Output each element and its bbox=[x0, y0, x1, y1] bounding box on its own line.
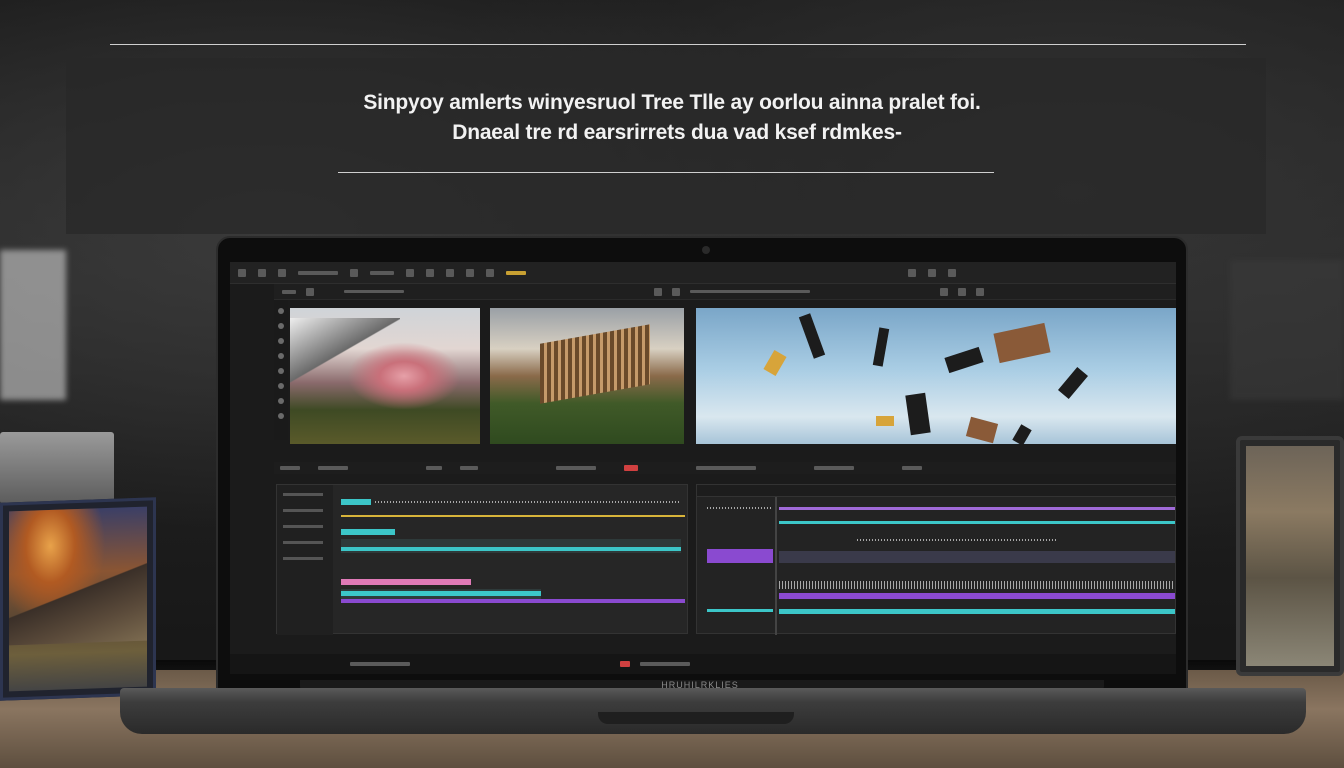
timeline-panel-left[interactable] bbox=[276, 484, 688, 635]
edit-icon[interactable] bbox=[258, 268, 266, 277]
title-clip[interactable] bbox=[341, 579, 471, 585]
zoom-icon[interactable] bbox=[908, 268, 916, 277]
audio-waveform bbox=[375, 501, 681, 503]
track-header[interactable] bbox=[283, 509, 323, 512]
record-icon[interactable] bbox=[624, 465, 638, 471]
split-icon[interactable] bbox=[486, 268, 494, 277]
cut-icon[interactable] bbox=[406, 268, 414, 277]
track-header-list bbox=[277, 485, 333, 635]
sequence-tab[interactable] bbox=[280, 466, 300, 470]
playhead[interactable] bbox=[775, 497, 777, 635]
crop-tool-icon[interactable] bbox=[278, 368, 284, 374]
music-clip[interactable] bbox=[707, 549, 773, 563]
audio-waveform bbox=[857, 539, 1057, 541]
laptop-base bbox=[120, 688, 1306, 734]
video-clip[interactable] bbox=[779, 609, 1175, 614]
effects-label bbox=[696, 466, 756, 470]
mountain-artwork bbox=[9, 560, 147, 646]
secondary-toolbar bbox=[274, 284, 1176, 300]
fullscreen-icon[interactable] bbox=[940, 287, 948, 296]
share-icon[interactable] bbox=[948, 268, 956, 277]
background-window-right bbox=[1230, 260, 1344, 400]
program-monitor-preview[interactable] bbox=[696, 308, 1176, 444]
hand-tool-icon[interactable] bbox=[278, 338, 284, 344]
playback-timecode bbox=[350, 662, 410, 666]
timeline-tracks-left bbox=[341, 493, 685, 633]
settings-icon[interactable] bbox=[928, 268, 936, 277]
select-tool-icon[interactable] bbox=[278, 308, 284, 314]
track-header[interactable] bbox=[283, 525, 323, 528]
video-editor-screen bbox=[230, 262, 1176, 674]
record-indicator bbox=[620, 661, 630, 667]
track-settings[interactable] bbox=[426, 466, 442, 470]
workspace-label[interactable] bbox=[370, 270, 394, 275]
music-clip[interactable] bbox=[779, 507, 1175, 510]
bottom-rule bbox=[338, 172, 994, 173]
marker-tool[interactable] bbox=[506, 270, 526, 275]
view-icon[interactable] bbox=[278, 268, 286, 277]
camera-icon bbox=[702, 246, 710, 254]
status-bar bbox=[230, 654, 1176, 674]
import-icon[interactable] bbox=[306, 287, 314, 296]
photo-frame-left bbox=[0, 497, 156, 701]
color-tool-icon[interactable] bbox=[278, 398, 284, 404]
landscape-artwork bbox=[1246, 446, 1334, 666]
media-path bbox=[344, 290, 404, 293]
project-name-bar bbox=[298, 270, 338, 275]
top-rule bbox=[110, 44, 1246, 45]
track-header[interactable] bbox=[283, 557, 323, 560]
headline-line-1: Sinpyoy amlerts winyesruol Tree Tlle ay … bbox=[363, 91, 981, 114]
marker-list[interactable] bbox=[556, 466, 596, 470]
audio-waveform bbox=[707, 507, 773, 509]
headline: Sinpyoy amlerts winyesruol Tree Tlle ay … bbox=[200, 88, 1144, 148]
photo-frame-right bbox=[1236, 436, 1344, 676]
stop-icon[interactable] bbox=[672, 287, 680, 296]
clip-title bbox=[690, 290, 810, 293]
timeline-panel-right[interactable] bbox=[696, 484, 1176, 635]
razor-tool-icon[interactable] bbox=[278, 323, 284, 329]
audio-label bbox=[814, 466, 854, 470]
paste-icon[interactable] bbox=[446, 268, 454, 277]
audio-clip[interactable] bbox=[779, 551, 1175, 563]
laptop-notch bbox=[598, 712, 794, 724]
video-clip[interactable] bbox=[341, 529, 395, 535]
video-clip[interactable] bbox=[779, 521, 1175, 524]
tool-rail bbox=[274, 300, 288, 440]
loop-icon[interactable] bbox=[976, 287, 984, 296]
undo-icon[interactable] bbox=[350, 268, 358, 277]
video-clip[interactable] bbox=[707, 609, 773, 612]
audio-clip[interactable] bbox=[341, 515, 685, 517]
menu-bar bbox=[230, 262, 1176, 284]
play-icon[interactable] bbox=[654, 287, 662, 296]
video-clip[interactable] bbox=[341, 547, 681, 551]
audio-tool-icon[interactable] bbox=[278, 413, 284, 419]
background-window-left bbox=[0, 250, 66, 400]
timeline-ruler[interactable] bbox=[697, 485, 1176, 497]
mixer-tab[interactable] bbox=[902, 466, 922, 470]
timecode-display bbox=[318, 466, 348, 470]
trim-icon[interactable] bbox=[466, 268, 474, 277]
music-clip[interactable] bbox=[779, 593, 1175, 599]
snap-toggle[interactable] bbox=[460, 466, 478, 470]
volume-icon[interactable] bbox=[958, 287, 966, 296]
pen-tool-icon[interactable] bbox=[278, 383, 284, 389]
headline-line-2: Dnaeal tre rd earsrirrets dua vad ksef r… bbox=[452, 121, 902, 144]
text-tool-icon[interactable] bbox=[278, 353, 284, 359]
file-icon[interactable] bbox=[238, 268, 246, 277]
side-card-left bbox=[0, 432, 114, 504]
video-clip[interactable] bbox=[341, 499, 371, 505]
laptop-brand: HRUHILRKLIES bbox=[661, 680, 739, 690]
media-tab[interactable] bbox=[282, 289, 296, 294]
timeline-header bbox=[274, 462, 1176, 474]
audio-waveform bbox=[779, 581, 1175, 589]
render-status bbox=[640, 662, 690, 666]
media-thumbnail-building[interactable] bbox=[490, 308, 684, 444]
audio-clip[interactable] bbox=[341, 591, 541, 596]
copy-icon[interactable] bbox=[426, 268, 434, 277]
music-clip[interactable] bbox=[341, 599, 685, 603]
track-header[interactable] bbox=[283, 493, 323, 496]
track-header[interactable] bbox=[283, 541, 323, 544]
media-thumbnail-lake[interactable] bbox=[290, 308, 480, 444]
